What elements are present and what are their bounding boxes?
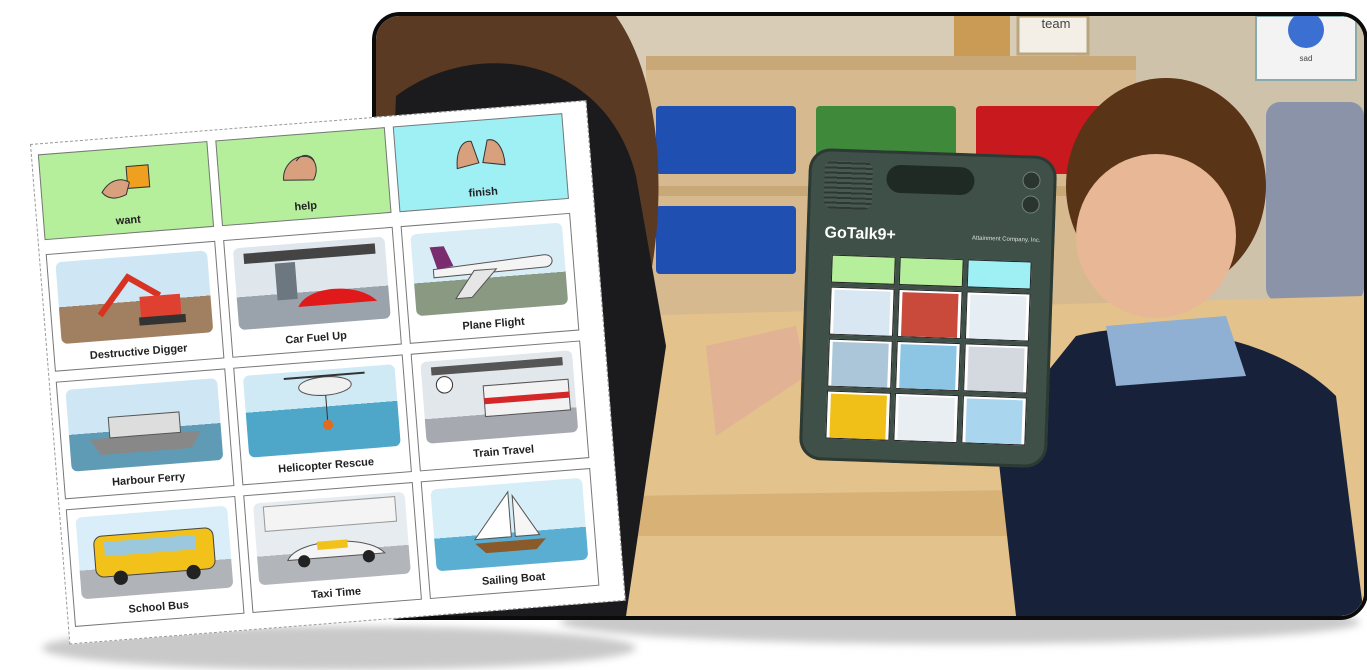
device-key-9[interactable] [961, 395, 1027, 446]
card-train-travel-label: Train Travel [472, 443, 535, 461]
card-harbour-ferry-label: Harbour Ferry [111, 470, 186, 489]
device-up-button[interactable] [1022, 171, 1041, 190]
card-destructive-digger-label: Destructive Digger [89, 342, 188, 362]
device-key-8[interactable] [893, 392, 959, 444]
card-taxi-time[interactable]: Taxi Time [243, 482, 422, 613]
gotalk-device: GoTalk9+ Attainment Company, Inc. [798, 147, 1058, 469]
want-sign-icon [101, 164, 151, 199]
wall-sign-sad: sad [1299, 54, 1313, 63]
card-destructive-digger[interactable]: Destructive Digger [45, 240, 225, 372]
device-down-button[interactable] [1021, 195, 1040, 214]
card-want-label: want [115, 213, 142, 228]
bus-picture [75, 505, 234, 600]
device-key-help[interactable] [898, 256, 964, 288]
card-harbour-ferry[interactable]: Harbour Ferry [55, 368, 235, 500]
card-finish-label: finish [468, 185, 499, 200]
device-brand: Attainment Company, Inc. [971, 235, 1041, 244]
card-helicopter-rescue[interactable]: Helicopter Rescue [233, 354, 412, 486]
card-finish[interactable]: finish [392, 113, 569, 213]
device-key-6[interactable] [963, 343, 1029, 394]
card-help[interactable]: help [215, 127, 392, 227]
device-logo: GoTalk9+ [824, 224, 897, 244]
card-plane-flight[interactable]: Plane Flight [400, 212, 580, 344]
device-key-5[interactable] [895, 340, 961, 392]
device-key-7[interactable] [825, 390, 892, 441]
device-key-1[interactable] [829, 286, 895, 337]
device-key-want[interactable] [830, 254, 896, 285]
board-sheet: want help finish Destructive Digger Car … [30, 100, 626, 645]
device-key-4[interactable] [827, 338, 893, 389]
help-sign-icon [283, 154, 317, 181]
card-sailing-boat[interactable]: Sailing Boat [420, 468, 600, 600]
device-handle [886, 164, 975, 196]
device-key-2[interactable] [896, 288, 963, 340]
digger-picture [55, 250, 214, 345]
train-picture [420, 350, 579, 444]
helicopter-picture [242, 364, 401, 458]
device-key-3[interactable] [964, 291, 1031, 342]
card-car-fuel-up-label: Car Fuel Up [284, 329, 348, 347]
card-help-label: help [294, 199, 318, 214]
device-key-finish[interactable] [966, 259, 1032, 290]
speaker-grille [823, 160, 874, 210]
finish-sign-icon [456, 139, 506, 170]
card-school-bus[interactable]: School Bus [65, 495, 245, 627]
card-taxi-time-label: Taxi Time [310, 585, 362, 602]
card-train-travel[interactable]: Train Travel [410, 340, 590, 472]
wall-sign-team: team [1041, 16, 1071, 31]
card-helicopter-rescue-label: Helicopter Rescue [277, 456, 375, 476]
device-keypad [825, 254, 1032, 446]
car-fuel-picture [232, 236, 391, 331]
card-sailing-boat-label: Sailing Boat [481, 570, 546, 588]
plane-picture [410, 222, 569, 317]
taxi-picture [252, 491, 411, 586]
communication-board: want help finish Destructive Digger Car … [10, 0, 626, 656]
ferry-picture [65, 378, 224, 472]
card-want[interactable]: want [37, 141, 215, 241]
boat-picture [430, 477, 589, 572]
card-car-fuel-up[interactable]: Car Fuel Up [223, 226, 402, 358]
card-plane-flight-label: Plane Flight [462, 315, 526, 333]
card-school-bus-label: School Bus [128, 598, 190, 616]
